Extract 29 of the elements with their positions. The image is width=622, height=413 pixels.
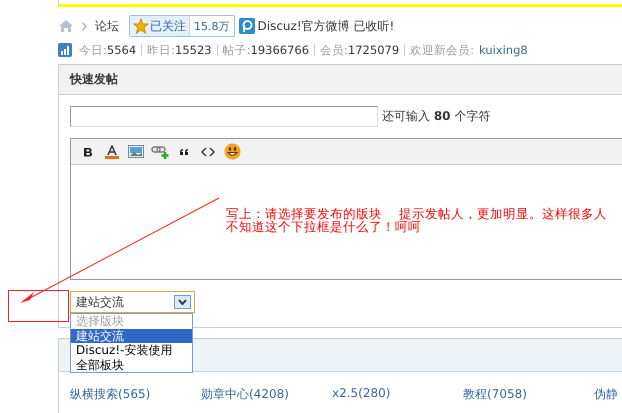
forum-link[interactable]: 勋章中心(4208) — [201, 386, 332, 403]
forum-link[interactable]: 纵横搜索(565) — [70, 386, 201, 403]
stat-label: 欢迎新会员: — [410, 42, 474, 58]
forum-link[interactable]: x2.5(280) — [332, 386, 463, 403]
forum-select[interactable]: 建站交流 — [70, 291, 195, 313]
character-counter: 还可输入 80 个字符 — [382, 108, 490, 125]
star-icon — [133, 18, 149, 34]
follow-button[interactable]: 已关注 15.8万 — [129, 15, 234, 37]
stat-text: 会员:1725079 — [320, 42, 400, 58]
dropdown-option[interactable]: 建站交流 — [71, 328, 192, 343]
forum-link[interactable]: 伪静 — [594, 386, 618, 403]
member-link[interactable]: kuixing8 — [479, 43, 528, 57]
subject-field[interactable] — [70, 106, 378, 127]
weibo-status: Discuz!官方微博 已收听! — [258, 18, 394, 34]
dropdown-option[interactable]: 全部板块 — [71, 358, 192, 372]
forum-link[interactable]: 教程(7058) — [463, 386, 594, 403]
dropdown-option[interactable]: Discuz!-安装使用 — [71, 343, 192, 358]
annotation-box — [8, 290, 69, 322]
panel-title: 快速发帖 — [70, 71, 118, 88]
dropdown-icon[interactable] — [174, 295, 191, 309]
stat-text: 帖子:19366766 — [222, 42, 310, 58]
stat-text: 今日:5564 — [79, 42, 136, 58]
stat-text: 昨日:15523 — [147, 42, 212, 58]
chevron-icon — [82, 22, 87, 30]
bar-chart-icon — [58, 43, 72, 57]
dropdown-option: 选择版块 — [71, 314, 192, 328]
weibo-icon — [238, 18, 254, 34]
annotation-text: 写上：请选择要发布的版块 提示发帖人，更加明显。这样很多人不知道这个下拉框是什么了！呵呵 — [226, 207, 608, 233]
breadcrumb-link[interactable]: 论坛 — [95, 18, 119, 34]
